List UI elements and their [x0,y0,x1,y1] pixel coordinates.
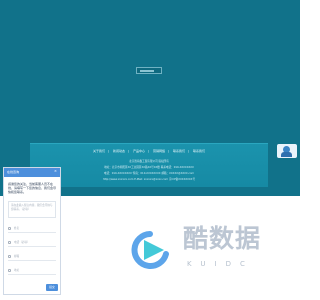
chat-message: 感谢您的关注，当前客服人员不在线，请填写一下您的信息，我们会尽快和您联系。 [8,182,57,195]
loading-progress-bar [140,70,154,72]
chat-header: 在线咨询 × [4,168,60,177]
footer-nav-news[interactable]: 新闻动态 [113,149,125,153]
footer-contact: 电话：010-XXXXXXXX 传真：010-XXXXXXXX 邮箱：XXXXX… [103,172,195,175]
customer-service-agent-icon[interactable] [277,144,297,158]
watermark-title: 酷数据 [183,224,262,253]
footer-nav: 关于我们 | 新闻动态 | 产品中心 | 营销网络 | 联系我们 | 联系我们 [93,149,205,153]
name-field[interactable]: 姓名 [8,225,56,233]
phone-field[interactable]: 电话（必填） [8,239,56,247]
footer-address: 地址：北京市朝阳区XX工业园区XX路XX号XX楼 联系电话：010-XXXXXX… [104,166,194,169]
footer: 关于我们 | 新闻动态 | 产品中心 | 营销网络 | 联系我们 | 联系我们 北京胜海鑫… [30,143,268,187]
address-field[interactable]: 地址 [8,267,56,275]
footer-nav-network[interactable]: 营销网络 [153,149,165,153]
footer-company: 北京胜海鑫工贸有限公司 版权所有 [129,160,169,163]
play-triangle-logo-icon [131,231,169,269]
footer-nav-contact[interactable]: 联系我们 [173,149,185,153]
user-icon [8,227,11,230]
chat-widget: 在线咨询 × 感谢您的关注，当前客服人员不在线，请填写一下您的信息，我们会尽快和… [3,167,61,295]
footer-web[interactable]: http://www.xxxxxx.com E-Mail: xxxxxx@xxx… [30,177,268,181]
footer-nav-contact-2[interactable]: 联系我们 [193,149,205,153]
footer-nav-products[interactable]: 产品中心 [133,149,145,153]
watermark-subtitle: KUIDC [187,260,254,268]
message-textarea[interactable]: 请在此输入留言内容，我们会尽快与您联系。（必填） [8,201,56,218]
footer-nav-about[interactable]: 关于我们 [93,149,105,153]
email-field[interactable]: 邮箱 [8,253,56,261]
close-icon[interactable]: × [54,169,57,174]
submit-button[interactable]: 提交 [46,284,58,291]
chat-title: 在线咨询 [7,170,20,174]
mail-icon [8,255,11,258]
loading-indicator [136,67,162,74]
location-icon [8,269,11,272]
phone-icon [8,241,11,244]
